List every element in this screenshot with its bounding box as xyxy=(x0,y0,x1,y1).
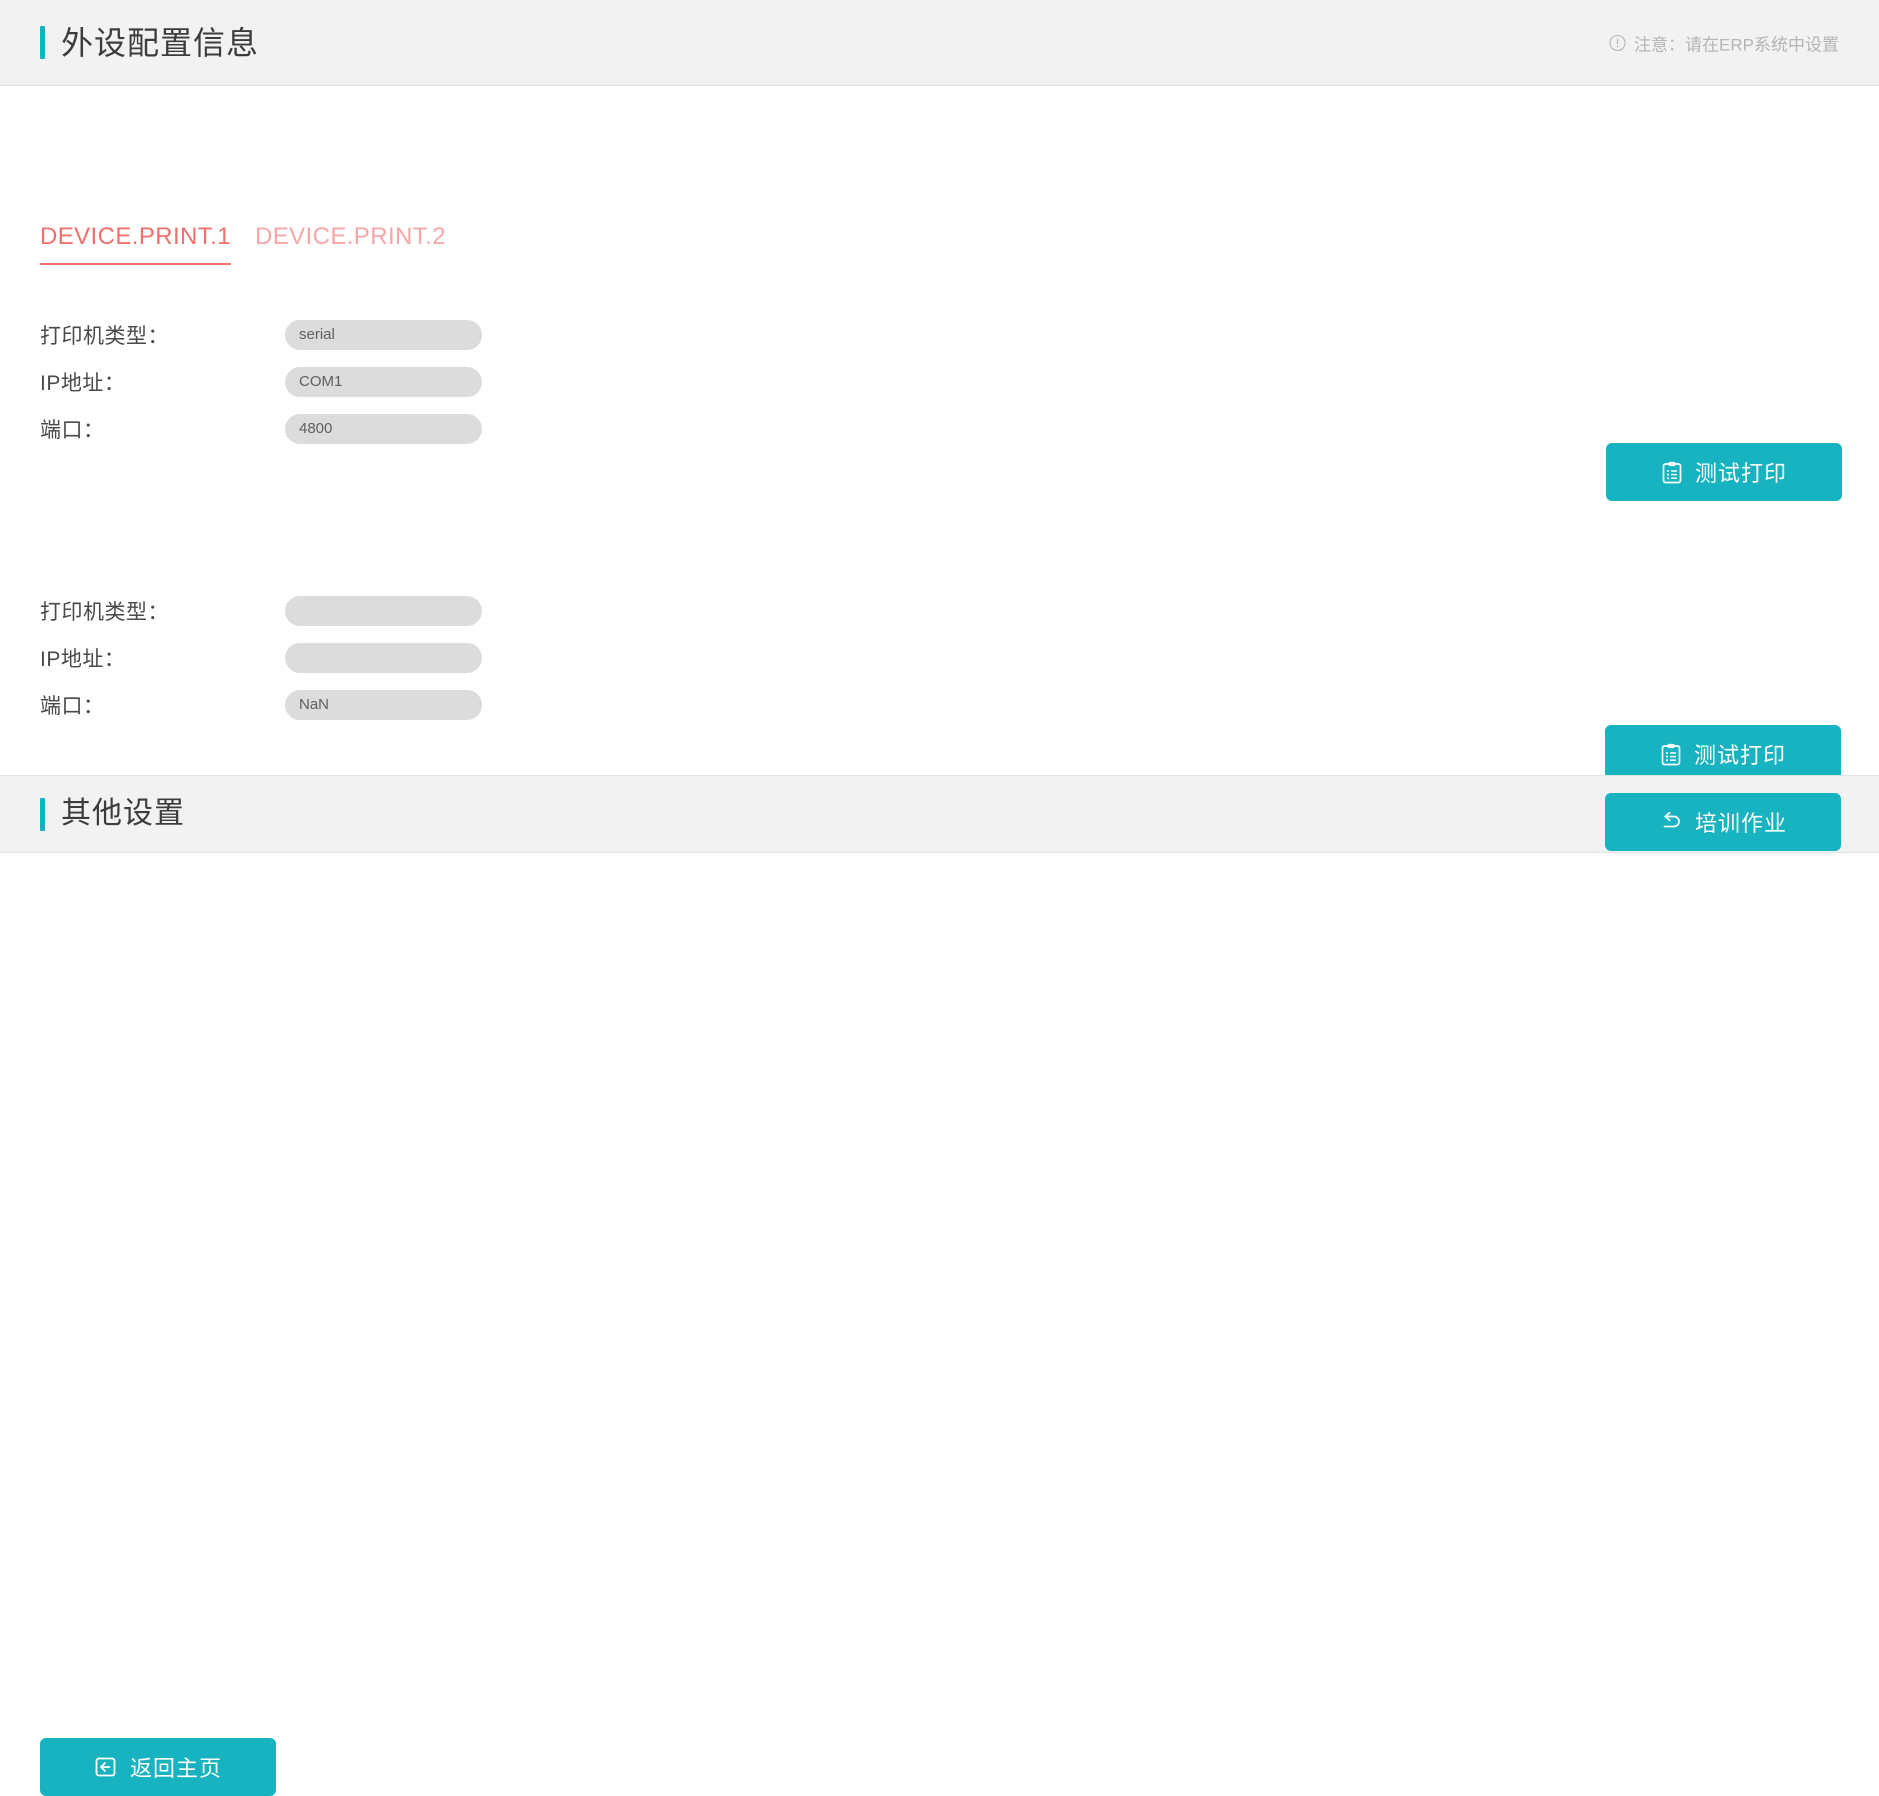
other-settings-title: 其他设置 xyxy=(61,797,185,830)
printer-type-row: 打印机类型： xyxy=(40,587,520,634)
footer-area: 返回主页 xyxy=(0,853,1879,1796)
test-print-button-2-label: 测试打印 xyxy=(1693,743,1786,768)
printer-type-label: 打印机类型： xyxy=(40,324,169,348)
printer-ip-field[interactable]: COM1 xyxy=(285,366,482,397)
printer-ip-label: IP地址： xyxy=(40,371,126,395)
printer-ip-row: IP地址： xyxy=(40,634,520,681)
tab-device-print-2[interactable]: DEVICE.PRINT.2 xyxy=(255,223,446,265)
erp-notice-text: 注意：请在ERP系统中设置 xyxy=(1634,35,1839,54)
printer-type-field-2[interactable] xyxy=(285,595,482,626)
training-task-button[interactable]: 培训作业 xyxy=(1605,793,1841,851)
printer-group-2: 打印机类型： IP地址： 端口： NaN xyxy=(40,587,520,728)
clipboard-list-icon xyxy=(1661,461,1683,484)
printer-port-row: 端口： NaN xyxy=(40,681,520,728)
exclamation-circle-icon xyxy=(1609,34,1626,51)
content-area: DEVICE.PRINT.1 DEVICE.PRINT.2 打印机类型： ser… xyxy=(0,86,1879,783)
logout-box-left-icon xyxy=(94,1755,118,1779)
printer-ip-row: IP地址： COM1 xyxy=(40,358,520,405)
printer-type-row: 打印机类型： serial xyxy=(40,311,520,358)
printer-ip-label-2: IP地址： xyxy=(40,647,126,671)
clipboard-list-icon xyxy=(1660,743,1682,766)
printer-port-label: 端口： xyxy=(40,418,105,442)
page-title: 外设配置信息 xyxy=(61,24,260,61)
erp-notice: 注意：请在ERP系统中设置 xyxy=(1609,30,1839,55)
accent-bar-icon xyxy=(40,26,45,59)
undo-arrow-icon xyxy=(1659,811,1683,833)
peripheral-config-page: 外设配置信息 注意：请在ERP系统中设置 DEVICE.PRINT.1 DEVI… xyxy=(0,0,1879,1796)
printer-port-field[interactable]: 4800 xyxy=(285,413,482,444)
other-settings-header: 其他设置 xyxy=(0,775,1879,853)
test-print-button-1[interactable]: 测试打印 xyxy=(1606,443,1842,501)
printer-type-label-2: 打印机类型： xyxy=(40,600,169,624)
printer-ip-field-2[interactable] xyxy=(285,642,482,673)
tab-device-print-1[interactable]: DEVICE.PRINT.1 xyxy=(40,223,231,265)
printer-type-field[interactable]: serial xyxy=(285,319,482,350)
printer-port-row: 端口： 4800 xyxy=(40,405,520,452)
accent-bar-icon xyxy=(40,797,45,831)
printer-port-label-2: 端口： xyxy=(40,694,105,718)
training-task-button-label: 培训作业 xyxy=(1694,811,1787,836)
printer-group-1: 打印机类型： serial IP地址： COM1 端口： 4800 xyxy=(40,311,520,452)
other-settings-title-group: 其他设置 xyxy=(40,797,185,831)
back-home-button[interactable]: 返回主页 xyxy=(40,1738,276,1796)
printer-port-field-2[interactable]: NaN xyxy=(285,689,482,720)
page-title-group: 外设配置信息 xyxy=(40,26,259,59)
test-print-button-1-label: 测试打印 xyxy=(1694,461,1787,486)
page-header: 外设配置信息 注意：请在ERP系统中设置 xyxy=(0,0,1879,86)
back-home-button-label: 返回主页 xyxy=(129,1756,222,1781)
device-tabs: DEVICE.PRINT.1 DEVICE.PRINT.2 xyxy=(40,223,446,265)
